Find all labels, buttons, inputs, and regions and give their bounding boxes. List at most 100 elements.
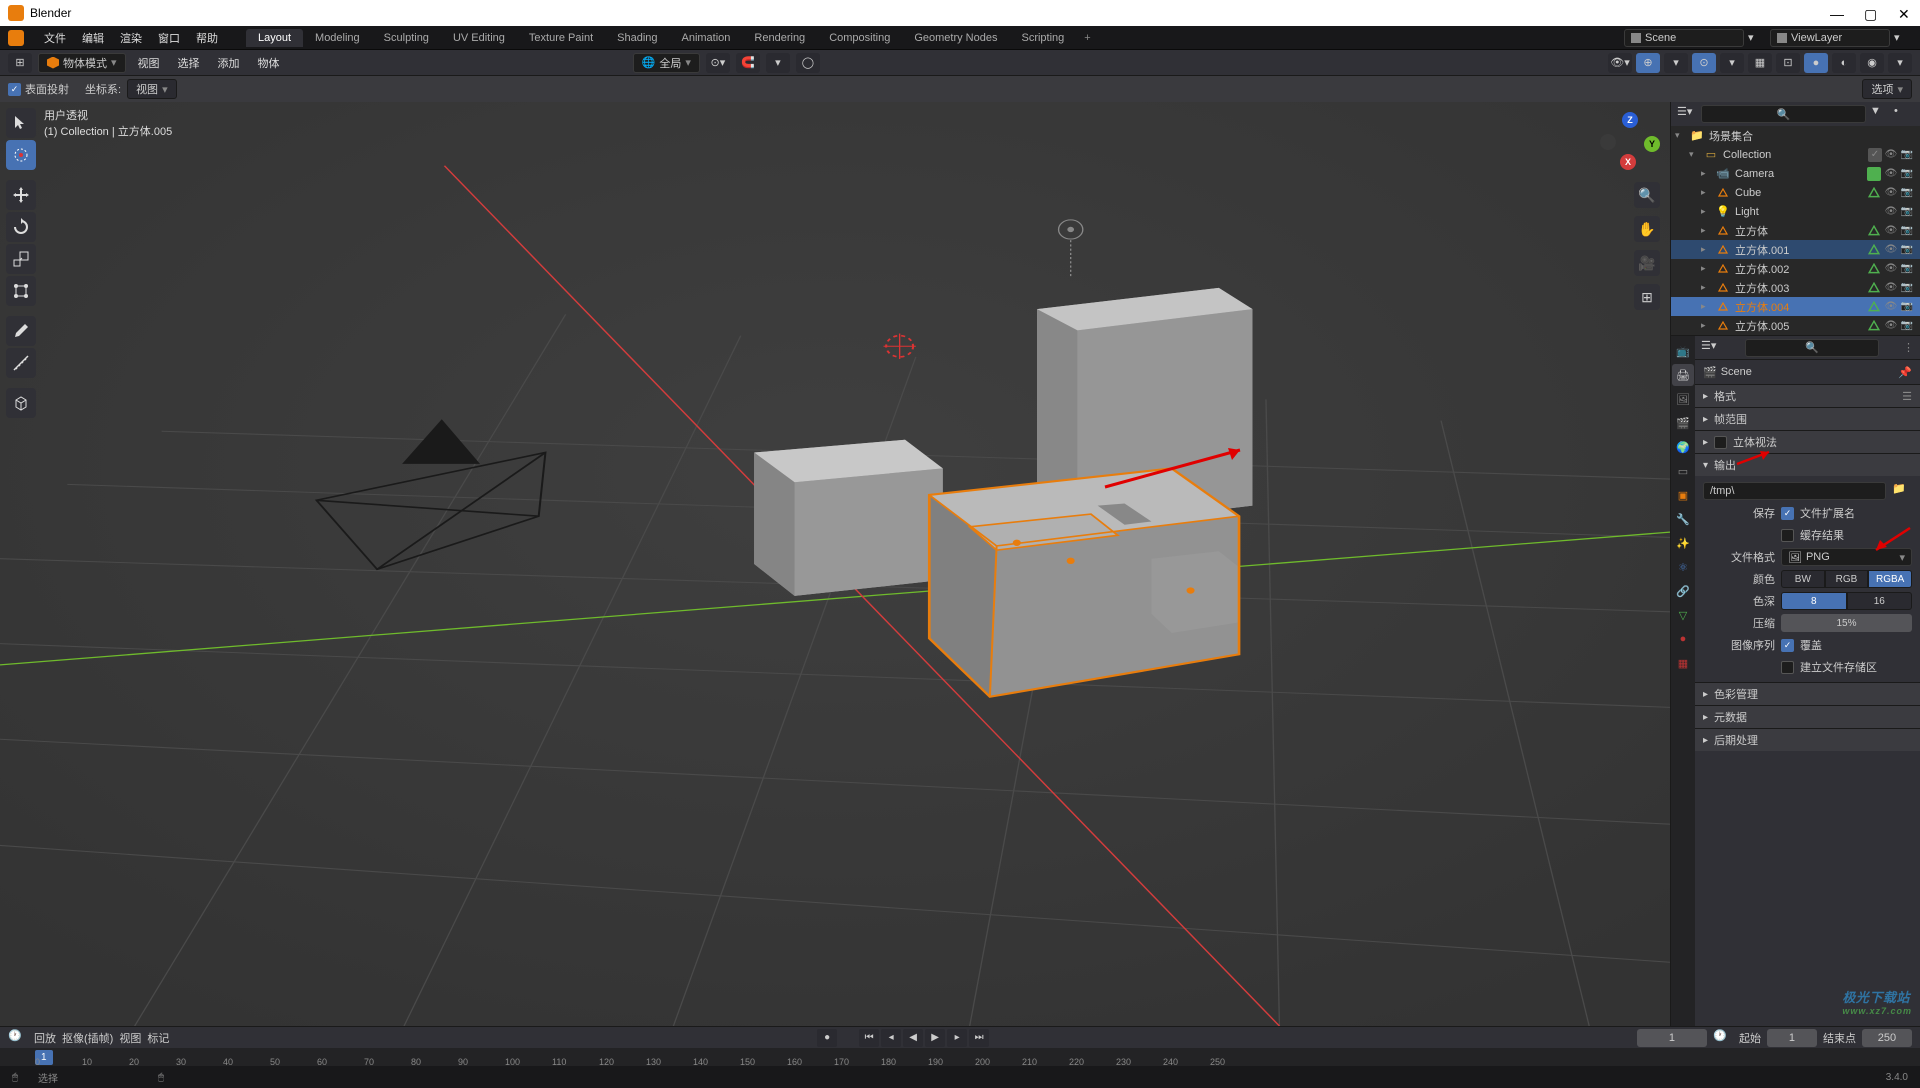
tool-rotate[interactable] bbox=[6, 212, 36, 242]
workspace-scripting[interactable]: Scripting bbox=[1009, 29, 1076, 47]
browse-folder-button[interactable]: 📁 bbox=[1892, 482, 1912, 500]
eye-icon[interactable]: 👁 bbox=[1884, 148, 1898, 162]
eye-icon[interactable]: 👁 bbox=[1884, 186, 1898, 200]
close-button[interactable]: ✕ bbox=[1898, 6, 1912, 20]
select-menu[interactable]: 选择 bbox=[172, 55, 206, 71]
render-icon[interactable]: 📷 bbox=[1900, 300, 1914, 314]
add-menu[interactable]: 添加 bbox=[212, 55, 246, 71]
pivot-dropdown[interactable]: ⊙▾ bbox=[706, 53, 730, 73]
overlay-dropdown[interactable]: ▾ bbox=[1720, 53, 1744, 73]
orientation-dropdown[interactable]: 🌐 全局 ▾ bbox=[633, 53, 700, 73]
play-reverse[interactable]: ◀ bbox=[903, 1029, 923, 1047]
start-frame[interactable]: 1 bbox=[1767, 1029, 1817, 1047]
play[interactable]: ▶ bbox=[925, 1029, 945, 1047]
eye-icon[interactable]: 👁 bbox=[1884, 300, 1898, 314]
tool-move[interactable] bbox=[6, 180, 36, 210]
tab-scene[interactable]: 🎬 bbox=[1672, 412, 1694, 434]
panel-post[interactable]: ▸后期处理 bbox=[1695, 729, 1920, 751]
shading-dropdown[interactable]: ▾ bbox=[1888, 53, 1912, 73]
tab-render[interactable]: 📺 bbox=[1672, 340, 1694, 362]
eye-icon[interactable]: 👁 bbox=[1884, 262, 1898, 276]
render-icon[interactable]: 📷 bbox=[1900, 148, 1914, 162]
next-keyframe[interactable]: ▸ bbox=[947, 1029, 967, 1047]
render-icon[interactable]: 📷 bbox=[1900, 186, 1914, 200]
tool-measure[interactable] bbox=[6, 348, 36, 378]
gizmo-z-axis[interactable]: Z bbox=[1622, 112, 1638, 128]
render-icon[interactable]: 📷 bbox=[1900, 224, 1914, 238]
color-rgba[interactable]: RGBA bbox=[1868, 570, 1912, 588]
current-frame[interactable]: 1 bbox=[1637, 1029, 1707, 1047]
eye-icon[interactable]: 👁 bbox=[1884, 243, 1898, 257]
surface-project-option[interactable]: ✓ 表面投射 bbox=[8, 81, 69, 97]
timeline-editor-dropdown[interactable]: 🕐 bbox=[8, 1029, 28, 1047]
workspace-shading[interactable]: Shading bbox=[605, 29, 669, 47]
proportional-toggle[interactable]: ◯ bbox=[796, 53, 820, 73]
panel-stereo[interactable]: ▸ 立体视法 bbox=[1695, 431, 1920, 453]
placeholders-checkbox[interactable] bbox=[1781, 661, 1794, 674]
view-menu[interactable]: 视图 bbox=[132, 55, 166, 71]
outliner-type-dropdown[interactable]: ☰▾ bbox=[1677, 105, 1697, 123]
depth-16[interactable]: 16 bbox=[1847, 592, 1913, 610]
tree-scene-collection[interactable]: ▾ 📁 场景集合 bbox=[1671, 126, 1920, 145]
shading-wireframe[interactable]: ⊡ bbox=[1776, 53, 1800, 73]
compression-slider[interactable]: 15% bbox=[1781, 614, 1912, 632]
editor-type-dropdown[interactable]: ⊞ bbox=[8, 53, 32, 73]
depth-8[interactable]: 8 bbox=[1781, 592, 1847, 610]
outliner-new-collection[interactable]: • bbox=[1894, 105, 1914, 123]
cache-result-checkbox[interactable] bbox=[1781, 529, 1794, 542]
overlay-toggle[interactable]: ⊙ bbox=[1692, 53, 1716, 73]
properties-type-dropdown[interactable]: ☰▾ bbox=[1701, 339, 1721, 357]
tree-item[interactable]: ▸立方体👁📷 bbox=[1671, 221, 1920, 240]
pin-icon[interactable]: 📌 bbox=[1898, 366, 1912, 379]
tool-transform[interactable] bbox=[6, 276, 36, 306]
menu-edit[interactable]: 编辑 bbox=[74, 30, 112, 46]
visibility-dropdown[interactable]: 👁▾ bbox=[1608, 53, 1632, 73]
blender-icon[interactable] bbox=[8, 30, 24, 46]
timeline-view-menu[interactable]: 视图 bbox=[119, 1030, 141, 1046]
gizmo-dropdown[interactable]: ▾ bbox=[1664, 53, 1688, 73]
eye-icon[interactable]: 👁 bbox=[1884, 224, 1898, 238]
workspace-animation[interactable]: Animation bbox=[670, 29, 743, 47]
color-mode-group[interactable]: BW RGB RGBA bbox=[1781, 570, 1912, 588]
workspace-uvediting[interactable]: UV Editing bbox=[441, 29, 517, 47]
tree-item[interactable]: ▸立方体.002👁📷 bbox=[1671, 259, 1920, 278]
render-icon[interactable]: 📷 bbox=[1900, 167, 1914, 181]
menu-file[interactable]: 文件 bbox=[36, 30, 74, 46]
render-icon[interactable]: 📷 bbox=[1900, 205, 1914, 219]
render-icon[interactable]: 📷 bbox=[1900, 319, 1914, 333]
render-icon[interactable]: 📷 bbox=[1900, 281, 1914, 295]
workspace-modeling[interactable]: Modeling bbox=[303, 29, 372, 47]
scene-new-button[interactable]: ▾ bbox=[1748, 31, 1766, 44]
color-rgb[interactable]: RGB bbox=[1825, 570, 1869, 588]
tab-collection[interactable]: ▭ bbox=[1672, 460, 1694, 482]
output-path-input[interactable]: /tmp\ bbox=[1703, 482, 1886, 500]
tree-item[interactable]: ▸立方体.001👁📷 bbox=[1671, 240, 1920, 259]
gizmo-neg-axis[interactable] bbox=[1600, 134, 1616, 150]
tab-world[interactable]: 🌍 bbox=[1672, 436, 1694, 458]
add-workspace-button[interactable]: + bbox=[1076, 32, 1098, 44]
outliner-tree[interactable]: ▾ 📁 场景集合 ▾ ▭ Collection ✓👁📷 ▸📹Camera👁📷▸C… bbox=[1671, 126, 1920, 335]
tool-cursor[interactable] bbox=[6, 140, 36, 170]
tree-item[interactable]: ▸立方体.004👁📷 bbox=[1671, 297, 1920, 316]
eye-icon[interactable]: 👁 bbox=[1884, 205, 1898, 219]
preset-icon[interactable]: ☰ bbox=[1902, 390, 1912, 403]
panel-metadata[interactable]: ▸元数据 bbox=[1695, 706, 1920, 728]
timeline-ruler[interactable]: 1 01020304050607080901001101201301401501… bbox=[0, 1048, 1920, 1066]
workspace-sculpting[interactable]: Sculpting bbox=[372, 29, 441, 47]
shading-rendered[interactable]: ◉ bbox=[1860, 53, 1884, 73]
eye-icon[interactable]: 👁 bbox=[1884, 319, 1898, 333]
scene-selector[interactable]: Scene bbox=[1624, 29, 1744, 47]
workspace-layout[interactable]: Layout bbox=[246, 29, 303, 47]
timeline-playback-menu[interactable]: 回放 bbox=[34, 1030, 56, 1046]
tab-modifiers[interactable]: 🔧 bbox=[1672, 508, 1694, 530]
coord-system-dropdown[interactable]: 视图 ▾ bbox=[127, 79, 177, 99]
panel-format[interactable]: ▸格式 ☰ bbox=[1695, 385, 1920, 407]
prev-keyframe[interactable]: ◂ bbox=[881, 1029, 901, 1047]
tool-addcube[interactable] bbox=[6, 388, 36, 418]
menu-help[interactable]: 帮助 bbox=[188, 30, 226, 46]
tool-select[interactable] bbox=[6, 108, 36, 138]
eye-icon[interactable]: 👁 bbox=[1884, 167, 1898, 181]
tab-particles[interactable]: ✨ bbox=[1672, 532, 1694, 554]
tab-material[interactable]: ● bbox=[1672, 628, 1694, 650]
options-dropdown[interactable]: 选项 ▾ bbox=[1862, 79, 1912, 99]
